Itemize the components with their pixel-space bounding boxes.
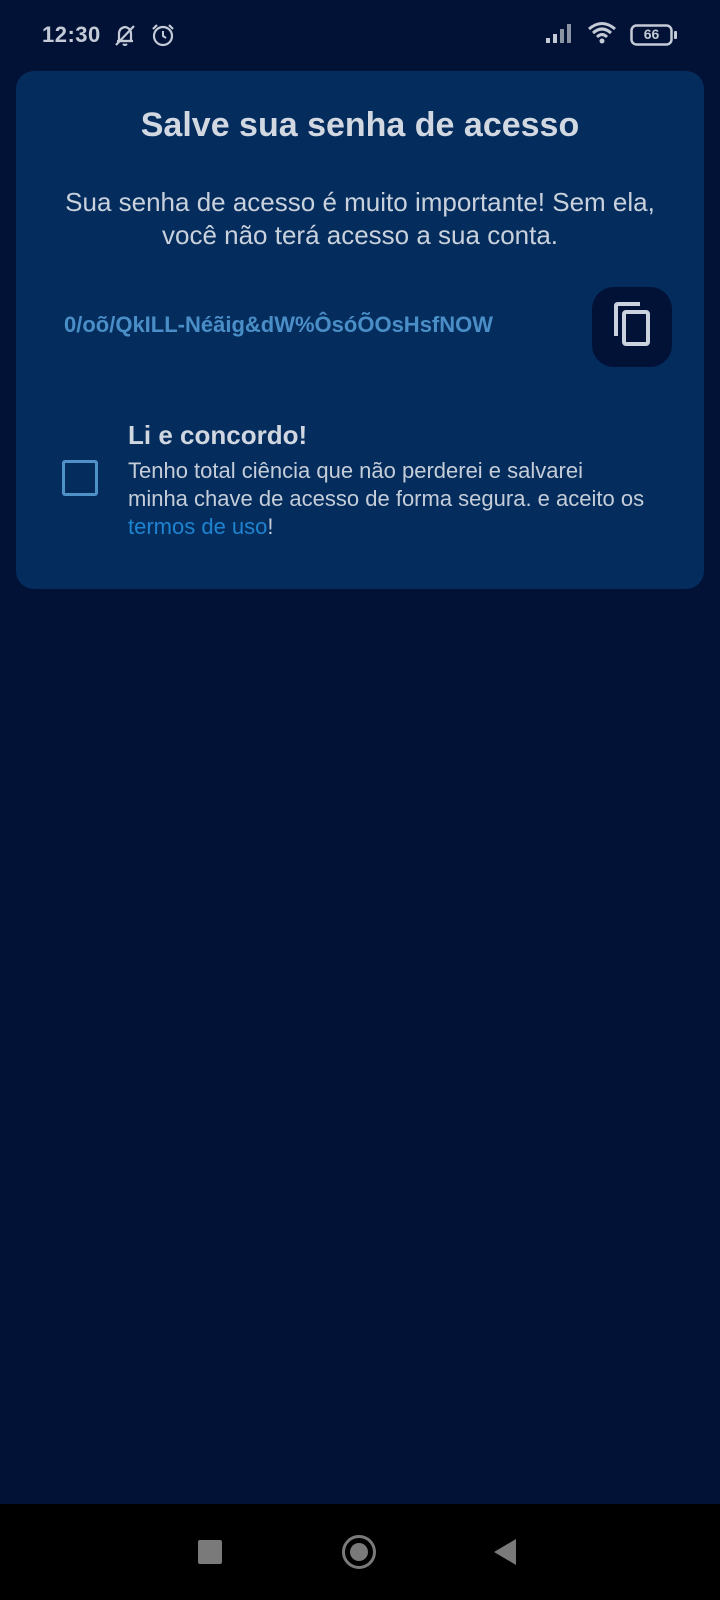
wifi-icon [586, 20, 618, 51]
status-time: 12:30 [42, 22, 101, 47]
status-left: 12:30 [42, 21, 177, 49]
copy-icon [612, 301, 652, 353]
agree-text-end: ! [267, 514, 274, 539]
status-bar: 12:30 66 [0, 0, 720, 70]
copy-button[interactable] [592, 287, 672, 367]
terms-of-use-link[interactable]: termos de uso [128, 514, 267, 539]
status-right: 66 [544, 20, 678, 51]
recents-icon[interactable] [198, 1540, 222, 1564]
signal-icon [544, 21, 574, 50]
agree-text-body: Tenho total ciência que não perderei e s… [128, 458, 645, 511]
agree-text: Tenho total ciência que não perderei e s… [128, 457, 648, 541]
alarm-icon [149, 21, 177, 49]
access-key-text[interactable]: 0/oõ/QkILL-Néãig&dW%ÔsóÕOsHsfNOW [64, 312, 564, 338]
bell-off-icon [111, 21, 139, 49]
agree-title: Li e concordo! [128, 420, 308, 450]
battery-level: 66 [643, 26, 660, 42]
dialog-title: Salve sua senha de acesso [140, 106, 580, 144]
dialog-description: Sua senha de acesso é muito importante! … [65, 187, 655, 250]
battery-icon: 66 [630, 23, 678, 47]
agree-checkbox[interactable] [62, 460, 98, 496]
back-icon[interactable] [494, 1539, 516, 1565]
home-icon-inner [350, 1543, 368, 1561]
home-icon[interactable] [342, 1535, 376, 1569]
